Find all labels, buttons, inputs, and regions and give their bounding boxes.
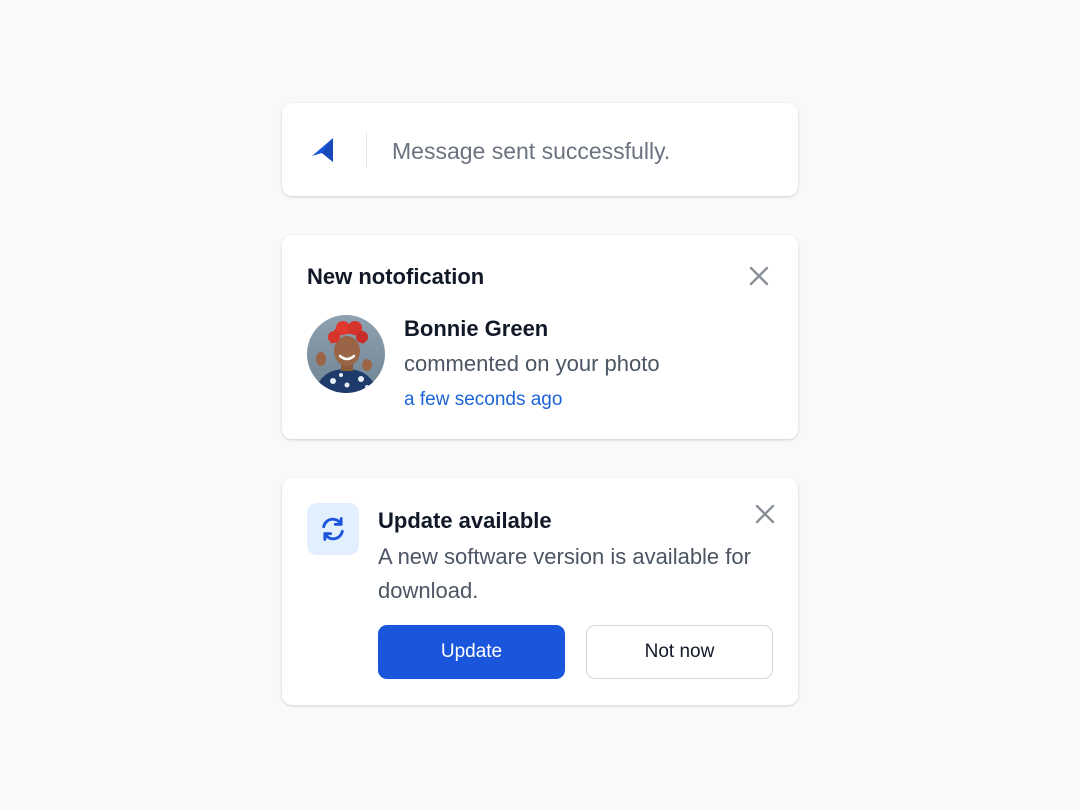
update-description: A new software version is available for … <box>378 544 751 603</box>
close-icon <box>749 266 769 286</box>
toast-message-sent: Message sent successfully. <box>282 103 798 196</box>
paper-plane-icon <box>310 136 338 164</box>
notification-action-text: commented on your photo <box>404 351 660 376</box>
toast-notification: New notofication Bonnie Green commented … <box>282 235 798 439</box>
notification-title: New notofication <box>307 264 485 289</box>
refresh-icon <box>307 503 359 555</box>
notification-close-button[interactable] <box>744 261 774 291</box>
close-icon <box>755 504 775 524</box>
toast-message-text: Message sent successfully. <box>392 138 671 164</box>
not-now-button[interactable]: Not now <box>586 625 773 679</box>
update-title: Update available <box>378 508 552 533</box>
update-close-button[interactable] <box>750 499 780 529</box>
divider <box>366 132 367 168</box>
update-button[interactable]: Update <box>378 625 565 679</box>
avatar <box>307 315 385 393</box>
toast-update: Update available A new software version … <box>282 478 798 705</box>
notification-timestamp[interactable]: a few seconds ago <box>404 387 562 413</box>
notification-user-name: Bonnie Green <box>404 316 549 341</box>
